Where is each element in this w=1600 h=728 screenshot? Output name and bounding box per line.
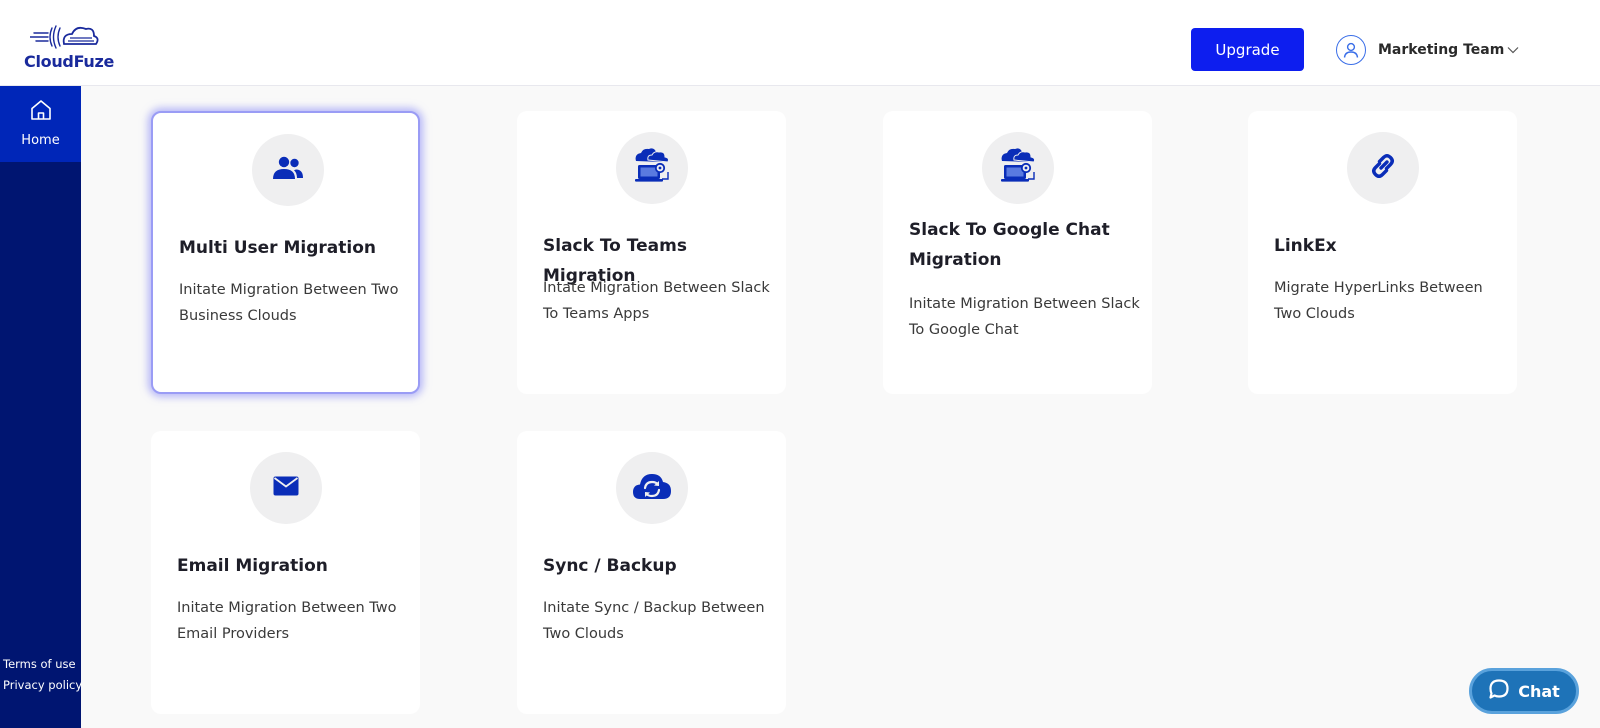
chat-label: Chat	[1518, 681, 1560, 701]
card-sync-backup[interactable]: Sync / Backup Initate Sync / Backup Betw…	[517, 431, 786, 714]
user-menu[interactable]: Marketing Team	[1336, 34, 1519, 66]
users-icon	[272, 155, 304, 185]
card-linkex[interactable]: LinkEx Migrate HyperLinks Between Two Cl…	[1248, 111, 1517, 394]
card-description: Initate Migration Between Two Business C…	[179, 282, 399, 324]
card-title: Multi User Migration	[179, 238, 376, 258]
chat-bubble-icon	[1488, 678, 1518, 704]
card-title: Email Migration	[177, 556, 328, 576]
sidebar-footer-links: Terms of use Privacy policy	[0, 654, 82, 696]
card-email-migration[interactable]: Email Migration Initate Migration Betwee…	[151, 431, 420, 714]
sidebar-item-label: Home	[21, 133, 60, 148]
cloud-laptop-icon	[998, 147, 1038, 189]
card-slack-to-google-chat-migration[interactable]: Slack To Google Chat Migration Initate M…	[883, 111, 1152, 394]
card-multi-user-migration[interactable]: Multi User Migration Initate Migration B…	[151, 111, 420, 394]
chevron-down-icon	[1507, 46, 1519, 54]
chat-button[interactable]: Chat	[1469, 668, 1579, 714]
cloudfuze-logo[interactable]: CloudFuze	[22, 22, 115, 72]
sidebar: Home Terms of use Privacy policy	[0, 86, 82, 728]
envelope-icon	[273, 476, 299, 500]
upgrade-button[interactable]: Upgrade	[1191, 28, 1304, 71]
card-description: Initate Migration Between Two Email Prov…	[177, 600, 397, 642]
card-description: Initate Sync / Backup Between Two Clouds	[543, 600, 765, 642]
logo-text: CloudFuze	[24, 52, 115, 71]
card-description: Intate Migration Between Slack To Teams …	[543, 280, 770, 322]
card-slack-to-teams-migration[interactable]: Slack To Teams Migration Intate Migratio…	[517, 111, 786, 394]
cloud-laptop-icon	[632, 147, 672, 189]
home-icon	[29, 98, 53, 126]
terms-of-use-link[interactable]: Terms of use	[0, 654, 81, 675]
card-description: Migrate HyperLinks Between Two Clouds	[1274, 280, 1483, 322]
user-avatar-icon	[1336, 35, 1366, 65]
card-description: Initate Migration Between Slack To Googl…	[909, 296, 1140, 338]
card-title: Slack To Google Chat Migration	[909, 220, 1110, 270]
link-icon	[1367, 150, 1399, 186]
privacy-policy-link[interactable]: Privacy policy	[0, 675, 82, 696]
card-title: Sync / Backup	[543, 556, 677, 576]
cloud-sync-icon	[632, 471, 672, 505]
sidebar-item-home[interactable]: Home	[0, 86, 81, 162]
card-title: LinkEx	[1274, 236, 1337, 256]
top-header: CloudFuze Upgrade Marketing Team	[0, 0, 1600, 86]
user-name: Marketing Team	[1378, 42, 1505, 58]
cloudfuze-logo-icon	[30, 25, 99, 49]
